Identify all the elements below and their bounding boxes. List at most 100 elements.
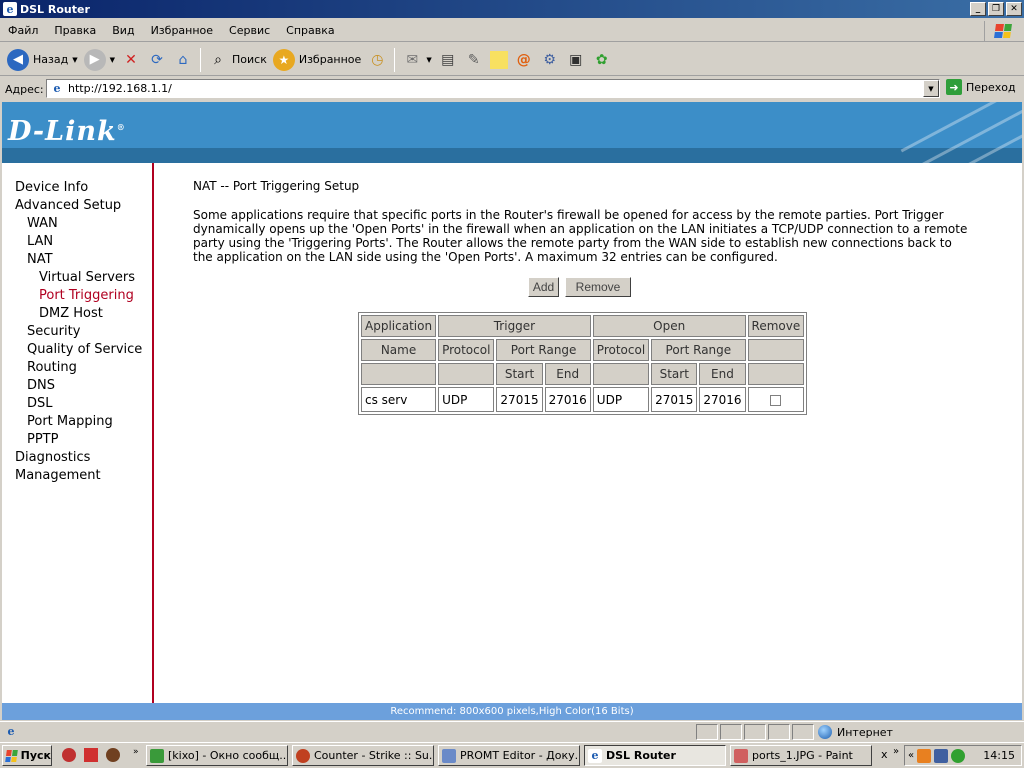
page-description: Some applications require that specific … — [193, 208, 968, 264]
taskbar-close-icon[interactable]: x — [881, 748, 888, 761]
sidebar-item-wan[interactable]: WAN — [27, 216, 58, 231]
icq-button[interactable]: ✿ — [589, 46, 615, 74]
menu-view[interactable]: Вид — [104, 24, 142, 37]
menu-help[interactable]: Справка — [278, 24, 342, 37]
browser-content: D-Link® Device Info Advanced Setup WAN L… — [2, 102, 1022, 720]
print-button[interactable]: ▤ — [435, 46, 461, 74]
cell-trigger-end: 27016 — [544, 387, 591, 412]
back-dropdown-icon[interactable]: ▼ — [72, 56, 77, 64]
task-promt-editor[interactable]: PROMT Editor - Доку... — [438, 745, 580, 766]
favorites-star-icon: ★ — [272, 48, 295, 71]
favorites-button[interactable]: ★ Избранное — [270, 46, 364, 74]
messenger-button[interactable]: @ — [511, 46, 537, 74]
mail-dropdown-icon[interactable]: ▼ — [426, 56, 431, 64]
task-kixo[interactable]: [kixo] - Окно сообщ... — [146, 745, 288, 766]
quicklaunch-app-icon[interactable] — [84, 748, 98, 762]
go-arrow-icon: ➜ — [946, 79, 962, 95]
opera-icon — [296, 748, 310, 763]
stop-button[interactable]: ✕ — [118, 46, 144, 74]
task-label: DSL Router — [606, 749, 676, 762]
sidebar-item-dsl[interactable]: DSL — [27, 396, 53, 411]
menu-file[interactable]: Файл — [0, 24, 46, 37]
quicklaunch-more-icon[interactable]: » — [133, 747, 139, 757]
sidebar-item-device-info[interactable]: Device Info — [15, 180, 88, 195]
task-counter-strike[interactable]: Counter - Strike :: Su... — [292, 745, 434, 766]
quicklaunch-opera-icon[interactable] — [62, 748, 76, 762]
sidebar-item-port-triggering[interactable]: Port Triggering — [39, 288, 134, 303]
toolbar: ◀ Назад ▼ ▶ ▼ ✕ ⟳ ⌂ ⌕ Поиск ★ Избранное … — [0, 44, 1024, 76]
menu-favorites[interactable]: Избранное — [143, 24, 221, 37]
mail-button[interactable]: ✉ ▼ — [399, 46, 434, 74]
print-icon: ▤ — [441, 51, 455, 68]
logo-text: D-Link — [8, 116, 117, 147]
address-value: http://192.168.1.1/ — [68, 82, 172, 95]
sidebar-item-diagnostics[interactable]: Diagnostics — [15, 450, 90, 465]
close-button[interactable]: ✕ — [1006, 2, 1022, 16]
refresh-button[interactable]: ⟳ — [144, 46, 170, 74]
ie-icon: e — [3, 2, 17, 16]
toolbar-separator — [394, 47, 396, 72]
start-button[interactable]: Пуск — [2, 745, 52, 766]
header-trigger-start: Start — [496, 363, 543, 385]
sidebar-item-security[interactable]: Security — [27, 324, 80, 339]
address-dropdown-button[interactable]: ▼ — [923, 80, 939, 97]
tray-app-icon[interactable] — [934, 748, 949, 763]
header-empty — [747, 363, 805, 385]
task-label: ports_1.JPG - Paint — [752, 749, 853, 762]
forward-dropdown-icon[interactable]: ▼ — [110, 56, 115, 64]
sidebar-item-virtual-servers[interactable]: Virtual Servers — [39, 270, 135, 285]
remove-button[interactable]: Remove — [565, 277, 631, 297]
notes-button[interactable] — [487, 46, 511, 74]
task-dsl-router[interactable]: e DSL Router — [584, 745, 726, 766]
menu-bar: Файл Правка Вид Избранное Сервис Справка — [0, 20, 1024, 42]
discuss-button[interactable]: ▣ — [563, 46, 589, 74]
taskbar-more-icon[interactable]: » — [893, 746, 899, 757]
sidebar-item-dns[interactable]: DNS — [27, 378, 55, 393]
back-button[interactable]: ◀ Назад ▼ — [4, 46, 81, 74]
tray-media-icon[interactable] — [917, 748, 932, 763]
table-row: cs serv UDP 27015 27016 UDP 27015 27016 — [361, 387, 805, 412]
sidebar-item-routing[interactable]: Routing — [27, 360, 77, 375]
sidebar-item-port-mapping[interactable]: Port Mapping — [27, 414, 113, 429]
tray-icq-icon[interactable] — [951, 748, 966, 763]
sidebar-item-advanced-setup[interactable]: Advanced Setup — [15, 198, 121, 213]
go-button[interactable]: ➜ Переход — [946, 79, 1016, 95]
cell-trigger-protocol: UDP — [438, 387, 495, 412]
history-button[interactable]: ◷ — [364, 46, 390, 74]
header-trigger-port-range: Port Range — [496, 339, 591, 361]
restore-button[interactable]: ❐ — [988, 2, 1004, 16]
start-label: Пуск — [20, 749, 51, 762]
tray-expand-icon[interactable]: « — [908, 750, 914, 761]
menu-edit[interactable]: Правка — [46, 24, 104, 37]
window-controls: _ ❐ ✕ — [970, 2, 1022, 16]
address-input[interactable]: e http://192.168.1.1/ ▼ — [46, 79, 940, 98]
task-paint[interactable]: ports_1.JPG - Paint — [730, 745, 872, 766]
sidebar-item-lan[interactable]: LAN — [27, 234, 53, 249]
remove-checkbox[interactable] — [770, 394, 782, 406]
sidebar-item-quality-of-service[interactable]: Quality of Service — [27, 342, 142, 357]
sidebar-item-dmz-host[interactable]: DMZ Host — [39, 306, 103, 321]
cell-name: cs serv — [361, 387, 437, 412]
paint-icon — [734, 748, 748, 763]
sidebar-item-nat[interactable]: NAT — [27, 252, 53, 267]
header-trigger-protocol: Protocol — [438, 339, 495, 361]
toolbar-separator — [200, 47, 201, 72]
home-button[interactable]: ⌂ — [170, 46, 196, 74]
forward-button[interactable]: ▶ ▼ — [81, 46, 118, 74]
globe-icon — [818, 725, 832, 739]
cell-open-start: 27015 — [651, 387, 698, 412]
sidebar-item-management[interactable]: Management — [15, 468, 101, 483]
edit-icon: ✎ — [467, 51, 480, 68]
favorites-label: Избранное — [298, 53, 362, 66]
header-open-port-range: Port Range — [651, 339, 746, 361]
header-application: Application — [361, 315, 437, 337]
research-button[interactable]: ⚙ — [537, 46, 563, 74]
add-button[interactable]: Add — [528, 277, 559, 297]
quicklaunch-media-icon[interactable] — [106, 748, 120, 762]
status-cell — [792, 724, 814, 740]
search-button[interactable]: ⌕ Поиск — [205, 46, 270, 74]
minimize-button[interactable]: _ — [970, 2, 986, 16]
menu-tools[interactable]: Сервис — [221, 24, 278, 37]
edit-button[interactable]: ✎ — [461, 46, 487, 74]
sidebar-item-pptp[interactable]: PPTP — [27, 432, 58, 447]
